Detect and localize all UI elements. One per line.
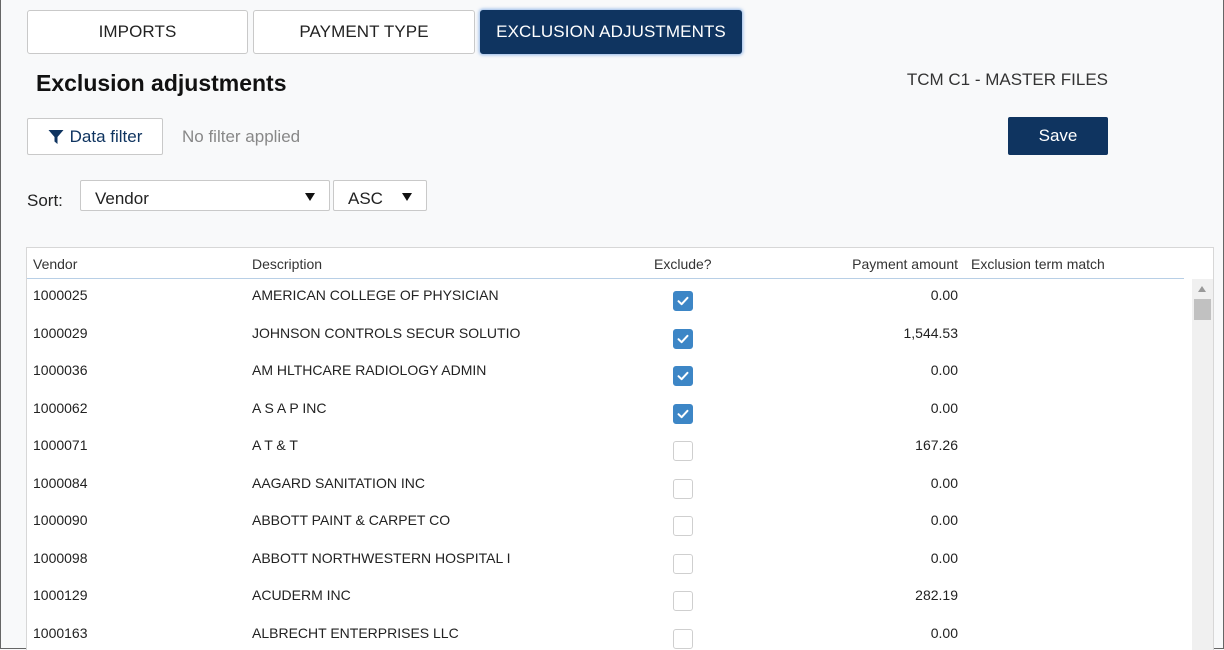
page-title: Exclusion adjustments	[36, 70, 287, 96]
description-cell: A S A P INC	[252, 399, 327, 416]
payment-amount-cell: 167.26	[915, 437, 958, 453]
filter-status: No filter applied	[182, 127, 301, 146]
exclude-checkbox[interactable]	[673, 441, 693, 461]
description-cell: JOHNSON CONTROLS SECUR SOLUTIO	[252, 324, 521, 341]
check-icon	[677, 371, 689, 381]
payment-amount-cell: 0.00	[930, 287, 958, 303]
payment-amount-cell: 0.00	[930, 474, 958, 491]
tab-imports[interactable]: IMPORTS	[27, 10, 248, 54]
exclude-checkbox[interactable]	[673, 366, 693, 386]
vendor-cell: 1000025	[33, 287, 88, 303]
grid-header: Vendor Description Exclude? Payment amou…	[27, 248, 1184, 279]
description-cell: AMERICAN COLLEGE OF PHYSICIAN	[252, 287, 499, 303]
sort-field-select[interactable]: Vendor	[80, 180, 330, 211]
payment-amount-cell: 0.00	[930, 362, 958, 378]
table-row[interactable]: 1000025 AMERICAN COLLEGE OF PHYSICIAN 0.00	[27, 279, 1184, 316]
payment-amount-cell: 0.00	[930, 512, 958, 528]
description-cell: AM HLTHCARE RADIOLOGY ADMIN	[252, 362, 487, 378]
exclude-checkbox[interactable]	[673, 291, 693, 311]
table-row[interactable]: 1000029 JOHNSON CONTROLS SECUR SOLUTIO 1,5…	[27, 317, 1184, 354]
vendor-cell: 1000084	[33, 474, 88, 491]
table-row[interactable]: 1000090 ABBOTT PAINT & CARPET CO 0.00	[27, 504, 1184, 541]
exclude-checkbox[interactable]	[673, 478, 693, 499]
check-icon	[677, 296, 689, 306]
vendor-cell: 1000036	[33, 362, 88, 378]
exclude-checkbox[interactable]	[673, 328, 693, 349]
description-cell: ACUDERM INC	[252, 587, 351, 603]
table-row[interactable]: 1000036 AM HLTHCARE RADIOLOGY ADMIN 0.00	[27, 354, 1184, 391]
column-header-exclude[interactable]: Exclude?	[654, 256, 712, 272]
table-row[interactable]: 1000062 A S A P INC 0.00	[27, 392, 1184, 429]
exclude-checkbox[interactable]	[673, 591, 693, 611]
scroll-thumb[interactable]	[1194, 299, 1211, 320]
check-icon	[677, 334, 689, 343]
sort-label: Sort:	[27, 191, 63, 210]
sort-field-value: Vendor	[95, 189, 149, 208]
caret-down-icon	[402, 193, 412, 201]
file-label: TCM C1 - MASTER FILES	[906, 70, 1108, 89]
sort-direction-value: ASC	[348, 189, 383, 208]
exclude-checkbox[interactable]	[673, 553, 693, 574]
payment-amount-cell: 0.00	[930, 399, 958, 416]
data-filter-label: Data filter	[69, 126, 143, 146]
payment-amount-cell: 0.00	[930, 549, 958, 566]
caret-down-icon	[305, 193, 315, 201]
column-header-description[interactable]: Description	[252, 256, 322, 272]
column-header-exclusion-term-match[interactable]: Exclusion term match	[971, 256, 1105, 272]
vertical-scrollbar[interactable]	[1192, 279, 1213, 650]
table-row[interactable]: 1000098 ABBOTT NORTHWESTERN HOSPITAL I 0.0…	[27, 542, 1184, 579]
scroll-up-arrow-icon[interactable]	[1198, 286, 1206, 292]
description-cell: AAGARD SANITATION INC	[252, 474, 425, 491]
description-cell: A T & T	[252, 437, 298, 453]
save-button[interactable]: Save	[1008, 117, 1108, 155]
vendor-cell: 1000071	[33, 437, 88, 453]
exclude-checkbox[interactable]	[673, 403, 693, 424]
vendor-cell: 1000129	[33, 587, 88, 603]
column-header-payment-amount[interactable]: Payment amount	[818, 256, 958, 272]
table-row[interactable]: 1000071 A T & T 167.26	[27, 429, 1184, 466]
table-row[interactable]: 1000129 ACUDERM INC 282.19	[27, 579, 1184, 616]
tab-exclusion-adjustments[interactable]: EXCLUSION ADJUSTMENTS	[480, 10, 742, 54]
data-filter-button[interactable]: Data filter	[27, 118, 163, 155]
exclusion-grid: Vendor Description Exclude? Payment amou…	[26, 247, 1214, 650]
description-cell: ALBRECHT ENTERPRISES LLC	[252, 624, 459, 641]
exclude-checkbox[interactable]	[673, 628, 693, 649]
payment-amount-cell: 282.19	[915, 587, 958, 603]
vendor-cell: 1000163	[33, 624, 88, 641]
table-row[interactable]: 1000084 AAGARD SANITATION INC 0.00	[27, 467, 1184, 504]
description-cell: ABBOTT PAINT & CARPET CO	[252, 512, 451, 528]
check-icon	[677, 409, 689, 418]
payment-amount-cell: 0.00	[930, 624, 958, 641]
sort-direction-select[interactable]: ASC	[333, 180, 427, 211]
funnel-icon	[48, 129, 64, 145]
column-header-vendor[interactable]: Vendor	[33, 256, 77, 272]
vendor-cell: 1000098	[33, 549, 88, 566]
payment-amount-cell: 1,544.53	[903, 324, 959, 341]
table-row[interactable]: 1000163 ALBRECHT ENTERPRISES LLC 0.00	[27, 617, 1184, 650]
vendor-cell: 1000062	[33, 399, 88, 416]
exclude-checkbox[interactable]	[673, 516, 693, 536]
vendor-cell: 1000029	[33, 324, 88, 341]
description-cell: ABBOTT NORTHWESTERN HOSPITAL I	[252, 549, 511, 566]
tab-payment-type[interactable]: PAYMENT TYPE	[253, 10, 475, 54]
vendor-cell: 1000090	[33, 512, 88, 528]
